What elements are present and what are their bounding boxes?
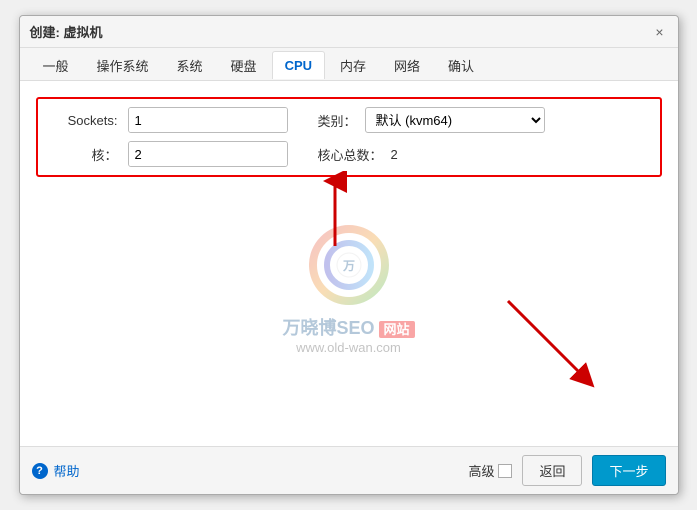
tab-general[interactable]: 一般 [30,49,82,81]
advanced-label: 高级 [468,461,494,480]
category-label: 类别： [318,111,357,130]
cores-label: 核： [48,145,118,164]
dialog-title: 创建: 虚拟机 [30,22,103,41]
help-link[interactable]: 帮助 [54,461,80,480]
tab-cpu[interactable]: CPU [272,51,325,79]
cores-input[interactable]: ▲ ▼ [128,141,288,167]
tab-os[interactable]: 操作系统 [84,49,162,81]
watermark-brand: 万晓博SEO网站 [282,314,414,340]
tab-system[interactable]: 系统 [164,49,216,81]
footer: ? 帮助 高级 返回 下一步 [20,446,678,494]
total-cores-label: 核心总数： [318,145,383,164]
watermark: 万 万晓博SEO网站 www.old-wan.com [282,225,414,355]
arrow-down-svg [498,291,598,391]
dialog: 创建: 虚拟机 × 一般 操作系统 系统 硬盘 CPU 内存 网络 确认 Soc… [19,15,679,495]
cpu-form-section: Sockets: ▲ ▼ 类别： 默认 (kvm64) [36,97,662,177]
sockets-label: Sockets: [48,113,118,128]
cores-value-input[interactable] [129,142,288,166]
total-cores-field: 核心总数： 2 [318,145,398,164]
sockets-row: Sockets: ▲ ▼ 类别： 默认 (kvm64) [48,107,650,133]
back-button[interactable]: 返回 [522,455,582,486]
category-field: 类别： 默认 (kvm64) [318,107,545,133]
advanced-wrap: 高级 [468,461,512,480]
watermark-url: www.old-wan.com [282,340,414,355]
footer-right: 高级 返回 下一步 [468,455,665,486]
sockets-input[interactable]: ▲ ▼ [128,107,288,133]
footer-left: ? 帮助 [32,461,80,480]
watermark-logo-svg: 万 [309,225,389,305]
watermark-badge: 网站 [379,321,415,338]
tab-network[interactable]: 网络 [381,49,433,81]
svg-text:万: 万 [341,259,354,273]
title-bar: 创建: 虚拟机 × [20,16,678,48]
tab-confirm[interactable]: 确认 [435,49,487,81]
category-select-wrap[interactable]: 默认 (kvm64) [365,107,545,133]
tab-bar: 一般 操作系统 系统 硬盘 CPU 内存 网络 确认 [20,48,678,81]
total-cores-value: 2 [391,147,398,162]
sockets-value-input[interactable] [129,108,288,132]
close-button[interactable]: × [652,24,668,40]
next-button[interactable]: 下一步 [592,455,665,486]
category-select[interactable]: 默认 (kvm64) [366,108,544,132]
advanced-checkbox[interactable] [498,464,512,478]
tab-harddisk[interactable]: 硬盘 [218,49,270,81]
cores-row: 核： ▲ ▼ 核心总数： 2 [48,141,650,167]
arrow-up-svg [315,171,355,251]
help-icon[interactable]: ? [32,463,48,479]
content-area: Sockets: ▲ ▼ 类别： 默认 (kvm64) [20,81,678,446]
tab-memory[interactable]: 内存 [327,49,379,81]
